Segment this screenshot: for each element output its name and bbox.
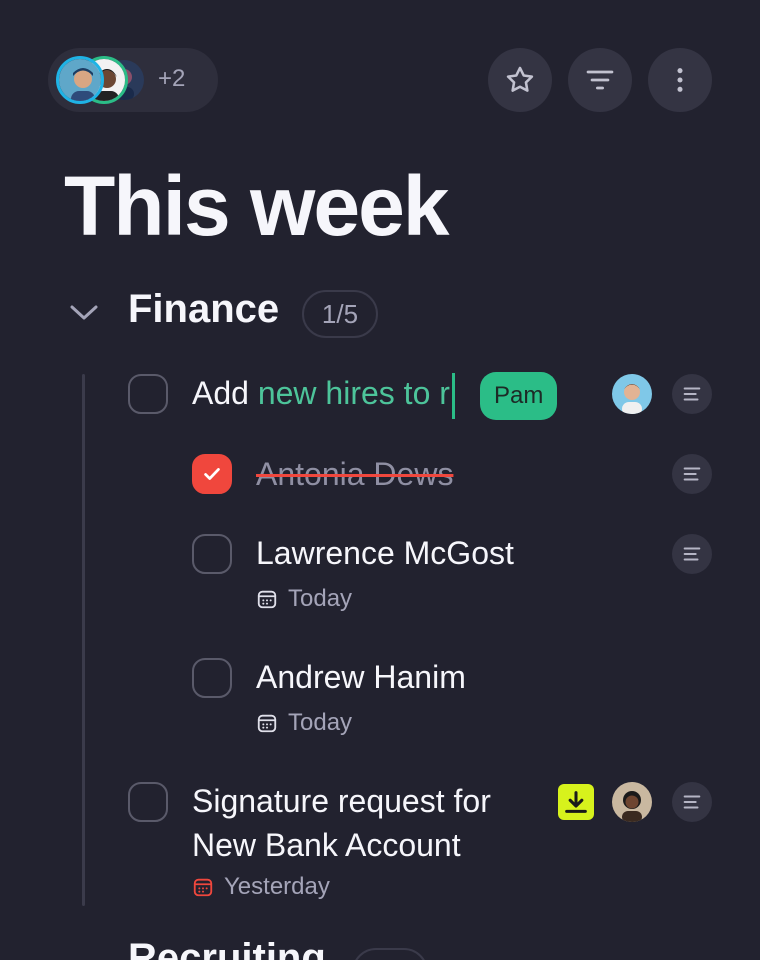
subtask-checkbox[interactable] — [192, 658, 232, 698]
assignee-avatar[interactable] — [612, 782, 652, 822]
due-date[interactable]: Today — [256, 709, 352, 737]
task-details-button[interactable] — [672, 454, 712, 494]
subtask-checkbox-checked[interactable] — [192, 454, 232, 494]
favorite-button[interactable] — [488, 48, 552, 112]
section-guide-line — [82, 374, 85, 906]
section-progress-badge: 1/5 — [302, 290, 378, 338]
extra-members-count[interactable]: +2 — [158, 65, 185, 93]
assignee-avatar[interactable] — [612, 374, 652, 414]
section-title: Finance — [128, 287, 280, 331]
subtask-checkbox[interactable] — [192, 534, 232, 574]
task-title-line-1: Signature request for — [192, 783, 491, 819]
checkmark-icon — [204, 468, 220, 480]
collaborator-name-tag: Pam — [480, 372, 558, 420]
next-section-title: Recruiting — [128, 936, 326, 960]
description-icon — [683, 467, 701, 481]
members-group[interactable]: +2 — [48, 48, 218, 112]
task-details-button[interactable] — [672, 782, 712, 822]
due-date-overdue[interactable]: Yesterday — [192, 873, 330, 901]
member-avatar-1[interactable] — [56, 56, 104, 104]
collaborator-typed-text: new hires to r — [257, 375, 450, 411]
filter-button[interactable] — [568, 48, 632, 112]
collaborator-cursor — [451, 372, 455, 419]
more-vertical-icon — [677, 68, 683, 92]
star-icon — [506, 66, 534, 92]
more-options-button[interactable] — [648, 48, 712, 112]
calendar-icon — [257, 590, 277, 609]
task-checkbox[interactable] — [128, 782, 168, 822]
task-title-line-2: New Bank Account — [192, 827, 461, 863]
due-date[interactable]: Today — [256, 585, 352, 613]
subtask-title[interactable]: Lawrence McGost — [256, 531, 514, 575]
task-checkbox[interactable] — [128, 374, 168, 414]
collapse-section-button[interactable] — [68, 298, 100, 331]
task-title[interactable]: Signature request for New Bank Account — [192, 779, 491, 867]
description-icon — [683, 547, 701, 561]
due-date-label: Today — [288, 709, 353, 736]
task-title-text: Add — [192, 375, 258, 411]
next-section-progress-badge — [352, 948, 428, 960]
due-date-label: Yesterday — [224, 873, 330, 900]
subtask-title[interactable]: Antonia Dews — [256, 452, 453, 496]
calendar-icon — [257, 714, 277, 733]
task-details-button[interactable] — [672, 374, 712, 414]
task-title-input[interactable]: Add new hires to r — [192, 371, 455, 419]
due-date-label: Today — [288, 585, 353, 612]
attachment-download-button[interactable] — [558, 784, 594, 820]
download-icon — [565, 791, 587, 813]
filter-icon — [586, 70, 614, 90]
subtask-title[interactable]: Andrew Hanim — [256, 655, 466, 699]
description-icon — [683, 795, 701, 809]
calendar-icon — [193, 878, 213, 897]
chevron-down-icon — [70, 305, 98, 320]
description-icon — [683, 387, 701, 401]
page-title: This week — [64, 159, 450, 253]
task-details-button[interactable] — [672, 534, 712, 574]
